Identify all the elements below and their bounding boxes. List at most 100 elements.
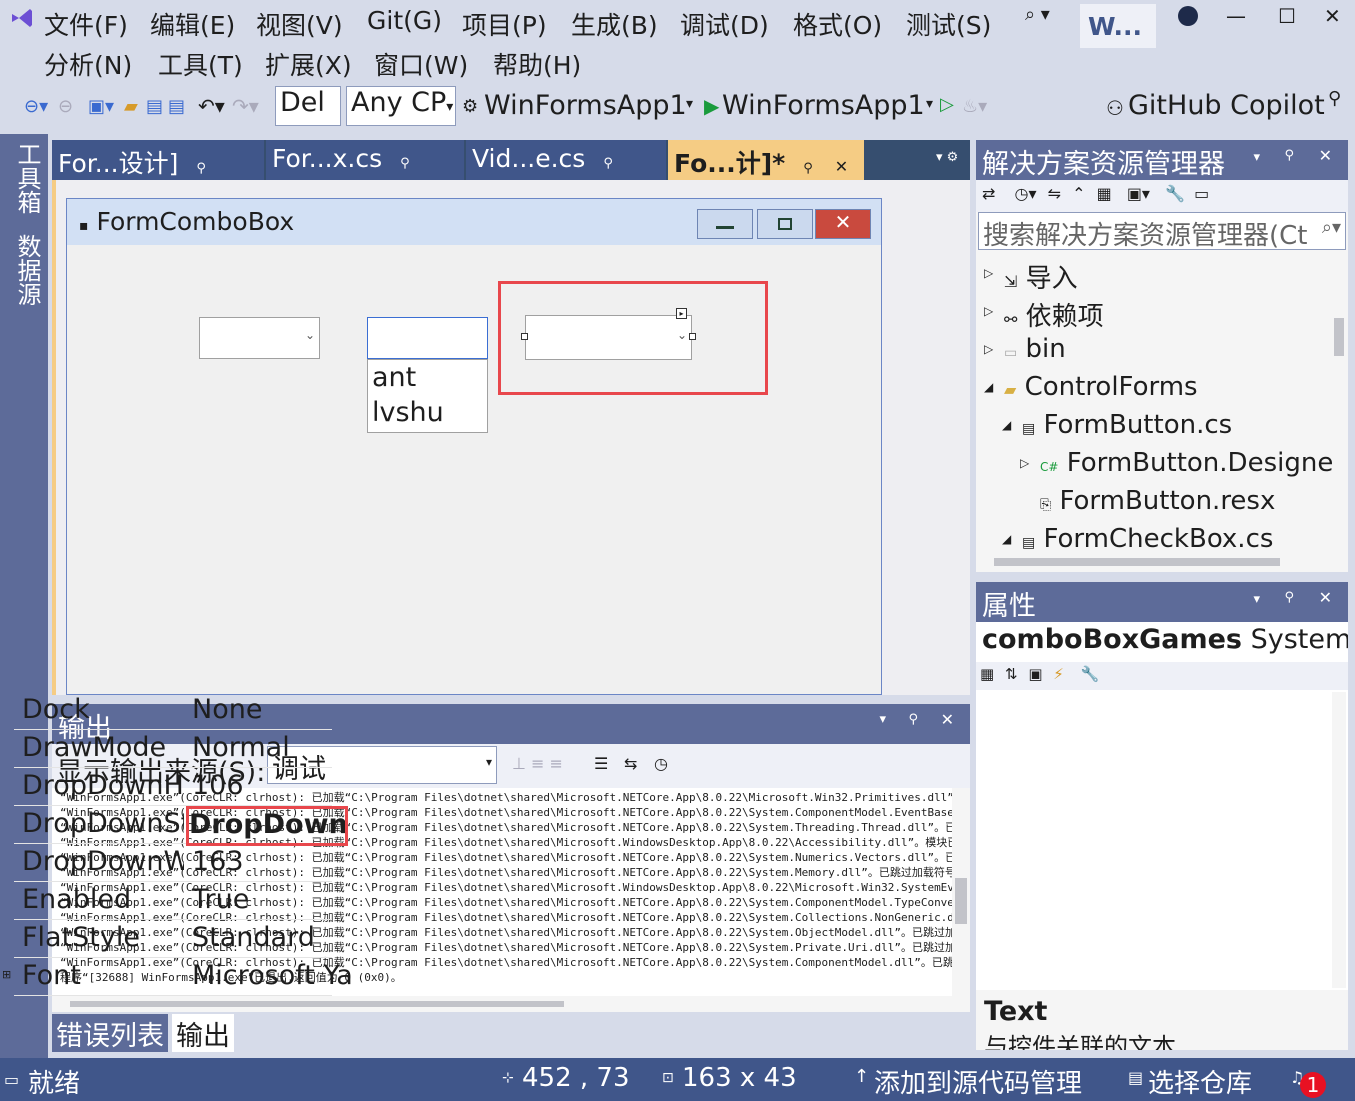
property-row-dropdownwidth[interactable]: DropDownW 163 [14, 844, 332, 882]
menu-build[interactable]: 生成(B) [571, 6, 658, 42]
menu-analyze[interactable]: 分析(N) [44, 46, 132, 82]
chevron-down-icon[interactable]: ⌄ [677, 328, 687, 342]
account-icon[interactable] [1178, 6, 1198, 26]
pin-icon[interactable]: ⚲ [1328, 88, 1341, 109]
combobox-games[interactable]: ⌄ ▸ [521, 308, 696, 360]
startup-project-select[interactable]: WinFormsApp1 [484, 90, 687, 121]
datasource-tab[interactable]: 数据源 [10, 234, 45, 306]
events-icon[interactable]: ⚡ [1053, 665, 1064, 683]
output-horizontal-scrollbar[interactable] [52, 996, 970, 1012]
solution-horizontal-scrollbar[interactable] [976, 554, 1332, 570]
undo-icon[interactable]: ↶▾ [198, 94, 225, 118]
menu-view[interactable]: 视图(V) [256, 6, 343, 42]
switch-views-icon[interactable]: ⇋ [1048, 184, 1061, 203]
hot-reload-icon[interactable]: ♨▾ [962, 96, 987, 117]
search-icon[interactable]: ⌕▾ [1321, 217, 1341, 238]
menu-tools[interactable]: 工具(T) [158, 46, 243, 82]
solution-search-input[interactable]: 搜索解决方案资源管理器(Ct ⌕▾ [978, 212, 1346, 250]
list-item[interactable]: lvshu [372, 395, 487, 430]
tree-item-formcheckbox[interactable]: ▤ FormCheckBox.cs [1022, 524, 1273, 554]
categorized-icon[interactable]: ▦ [980, 665, 994, 683]
open-folder-icon[interactable]: ▰ [124, 96, 138, 117]
collapse-icon[interactable]: ◢ [1002, 418, 1011, 432]
wrench-icon[interactable]: 🔧 [1081, 665, 1100, 683]
history-icon[interactable]: ◷▾ [1015, 184, 1037, 203]
property-scrollbar[interactable] [1332, 692, 1346, 988]
expand-icon[interactable]: ⊞ [2, 968, 11, 981]
preview-icon[interactable]: ▭ [1194, 184, 1209, 203]
menu-extensions[interactable]: 扩展(X) [265, 46, 352, 82]
property-row-dropdownheight[interactable]: DropDownHe 106 [14, 768, 332, 806]
collapse-icon[interactable]: ◢ [1002, 532, 1011, 546]
combobox-2-list[interactable]: ant lvshu [367, 359, 488, 433]
tab-overflow-icon[interactable]: ▾ ⚙ [936, 150, 958, 165]
menu-help[interactable]: 帮助(H) [493, 46, 581, 82]
property-row-enabled[interactable]: Enabled True [14, 882, 332, 920]
solution-name-badge[interactable]: W... [1080, 4, 1156, 48]
copilot-button[interactable]: GitHub Copilot [1128, 90, 1325, 121]
tree-item-controlforms[interactable]: ▰ ControlForms [1004, 372, 1198, 402]
visual-studio-logo-icon[interactable] [10, 6, 34, 30]
pin-icon[interactable]: ⚲ [803, 161, 813, 176]
property-row-font[interactable]: ⊞ Font Microsoft Ya [2, 958, 353, 996]
pin-icon[interactable]: ⚲ [908, 712, 918, 727]
save-all-icon[interactable]: ▤ [168, 96, 185, 117]
solution-config-select[interactable]: Del [275, 86, 341, 126]
menu-debug[interactable]: 调试(D) [680, 6, 769, 42]
find-message-icon[interactable]: ⊥ ≡ ≡ [512, 754, 563, 773]
clear-all-icon[interactable]: ☰ [594, 754, 608, 773]
search-icon[interactable]: ⌕ ▾ [1025, 4, 1050, 25]
chevron-down-icon[interactable]: ▾ [686, 96, 693, 112]
form-maximize-button[interactable] [757, 209, 813, 239]
tree-item-bin[interactable]: ▭ bin [1004, 334, 1066, 364]
close-icon[interactable]: ✕ [1319, 146, 1332, 165]
tree-item-imports[interactable]: ⇲ 导入 [1004, 258, 1078, 295]
expand-icon[interactable]: ▷ [984, 342, 993, 356]
alphabetical-icon[interactable]: ⇅ [1005, 665, 1018, 683]
expand-icon[interactable]: ▷ [1020, 456, 1029, 470]
forward-icon[interactable]: ⊖ [58, 96, 73, 117]
notification-badge[interactable]: 1 [1300, 1072, 1326, 1098]
tab-form-cs[interactable]: For...x.cs ⚲ [266, 140, 466, 180]
back-icon[interactable]: ⊖▾ [24, 96, 48, 117]
tree-item-formbutton-designer[interactable]: C# FormButton.Designe [1040, 448, 1333, 478]
resize-handle-left[interactable] [521, 333, 528, 340]
menu-format[interactable]: 格式(O) [793, 6, 882, 42]
toolbox-tab[interactable]: 工具箱 [10, 142, 45, 214]
maximize-icon[interactable]: ☐ [1278, 4, 1296, 28]
chevron-down-icon[interactable]: ▾ [879, 712, 886, 727]
chevron-down-icon[interactable]: ▾ [1253, 592, 1260, 607]
tab-video-cs[interactable]: Vid...e.cs ⚲ [466, 140, 668, 180]
redo-icon[interactable]: ↷▾ [232, 94, 259, 118]
pin-icon[interactable]: ⚲ [196, 161, 206, 176]
add-to-source-control-button[interactable]: 添加到源代码管理 [874, 1063, 1082, 1100]
timestamp-icon[interactable]: ◷ [654, 754, 668, 773]
select-repo-button[interactable]: 选择仓库 [1148, 1063, 1252, 1100]
menu-git[interactable]: Git(G) [367, 6, 442, 35]
play-icon[interactable]: ▶ [704, 94, 719, 118]
pending-changes-icon[interactable]: ▣▾ [1127, 184, 1150, 203]
property-row-flatstyle[interactable]: FlatStyle Standard [14, 920, 332, 958]
designed-form[interactable]: ▪ FormComboBox ✕ ⌄ ant lvshu ⌄ ▸ [66, 198, 882, 695]
tree-item-formbutton[interactable]: ▤ FormButton.cs [1022, 410, 1232, 440]
property-row-dropdownstyle[interactable]: DropDownSt DropDownL [14, 806, 348, 846]
menu-edit[interactable]: 编辑(E) [150, 6, 235, 42]
pin-icon[interactable]: ⚲ [603, 156, 613, 171]
save-icon[interactable]: ▤ [146, 96, 163, 117]
menu-project[interactable]: 项目(P) [462, 6, 547, 42]
menu-window[interactable]: 窗口(W) [374, 46, 468, 82]
chevron-down-icon-2[interactable]: ▾ [926, 96, 933, 112]
pin-icon[interactable]: ⚲ [1284, 148, 1294, 163]
pin-icon[interactable]: ⚲ [1284, 590, 1294, 605]
smart-tag-icon[interactable]: ▸ [676, 308, 687, 319]
object-selector[interactable]: comboBoxGames System.\ [976, 622, 1348, 662]
chevron-down-icon[interactable]: ⌄ [305, 328, 315, 342]
close-icon[interactable]: ✕ [1319, 588, 1332, 607]
combobox-2-edit[interactable] [367, 317, 488, 359]
properties-icon[interactable]: 🔧 [1165, 184, 1185, 203]
chevron-down-icon[interactable]: ▾ [1253, 150, 1260, 165]
combobox-1[interactable]: ⌄ [199, 317, 320, 359]
collapse-icon[interactable]: ◢ [984, 380, 993, 394]
show-all-files-icon[interactable]: ▦ [1097, 184, 1112, 203]
menu-test[interactable]: 测试(S) [906, 6, 991, 42]
